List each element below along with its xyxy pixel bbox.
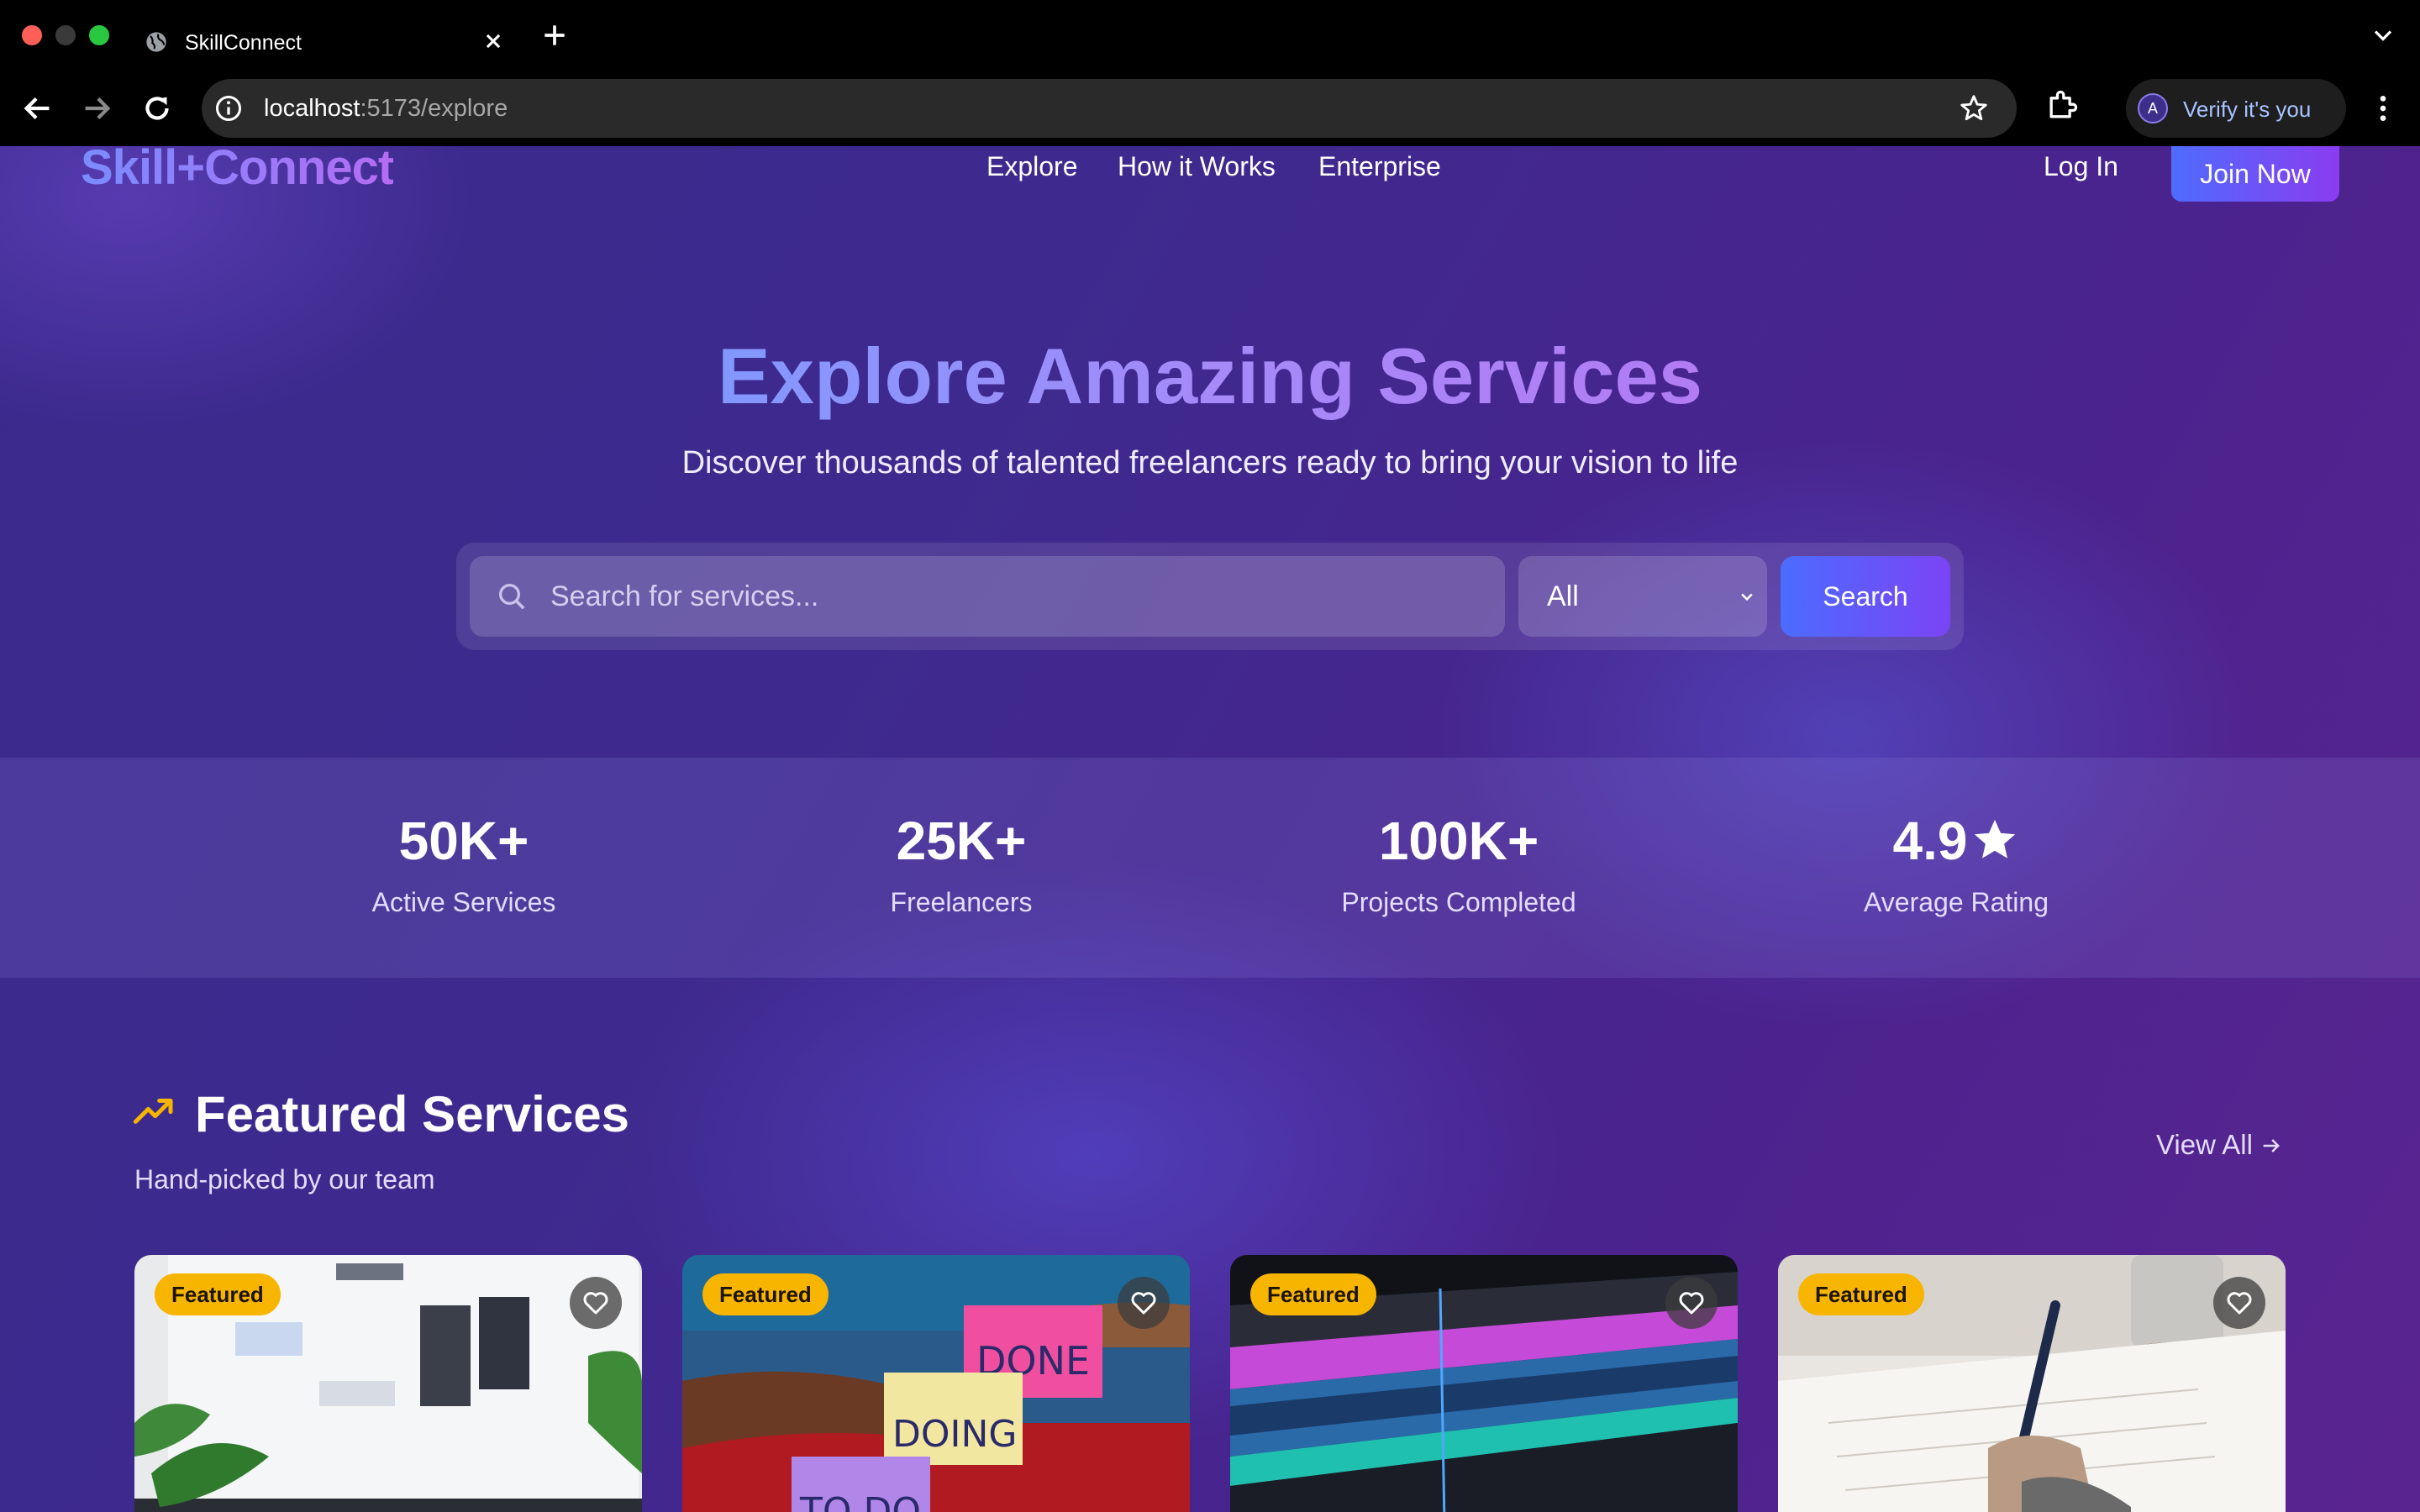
brand-logo[interactable]: Skill+Connect	[81, 146, 394, 196]
minimize-window-button[interactable]	[55, 25, 76, 45]
service-card[interactable]: DONE DOING TO DO Featured	[682, 1255, 1190, 1512]
service-card[interactable]: Featured	[1778, 1255, 2286, 1512]
category-select[interactable]: All	[1518, 556, 1767, 637]
featured-badge: Featured	[155, 1273, 281, 1315]
nav-link-explore[interactable]: Explore	[986, 151, 1078, 182]
browser-toolbar: localhost:5173/explore A Verify it's you	[0, 71, 2420, 146]
stat-freelancers: 25K+ Freelancers	[709, 758, 1213, 978]
search-placeholder: Search for services...	[550, 580, 819, 612]
service-card[interactable]: Featured	[1230, 1255, 1738, 1512]
stat-projects-completed: 100K+ Projects Completed	[1207, 758, 1711, 978]
stat-value-rating: 4.9	[1704, 810, 2208, 872]
favorite-button[interactable]	[570, 1277, 622, 1329]
stat-average-rating: 4.9 Average Rating	[1704, 758, 2208, 978]
note-doing: DOING	[892, 1413, 1018, 1456]
stats-bar: 50K+ Active Services 25K+ Freelancers 10…	[0, 758, 2420, 978]
join-now-button[interactable]: Join Now	[2171, 146, 2339, 202]
heart-icon	[583, 1292, 608, 1315]
forward-arrow-icon[interactable]	[77, 89, 116, 128]
nav-link-how-it-works[interactable]: How it Works	[1118, 151, 1276, 182]
verify-identity-button[interactable]: A Verify it's you	[2126, 79, 2346, 138]
category-value: All	[1547, 580, 1579, 612]
stat-label: Average Rating	[1864, 887, 2049, 917]
stat-value: 50K+	[398, 811, 529, 871]
featured-section-subtitle: Hand-picked by our team	[134, 1164, 435, 1194]
search-button[interactable]: Search	[1781, 556, 1950, 637]
featured-section-title: Featured Services	[195, 1086, 629, 1142]
close-window-button[interactable]	[22, 25, 42, 45]
service-card[interactable]: Featured	[134, 1255, 642, 1512]
browser-tab[interactable]: SkillConnect	[134, 12, 521, 71]
star-icon	[1975, 819, 2016, 858]
search-icon	[499, 584, 525, 610]
arrow-right-icon	[2263, 1139, 2280, 1152]
tab-title: SkillConnect	[185, 31, 302, 55]
favorite-button[interactable]	[2213, 1277, 2265, 1329]
site-info-icon[interactable]	[213, 93, 244, 123]
login-link[interactable]: Log In	[2044, 151, 2118, 182]
search-bar: Search for services... All Search	[456, 543, 1964, 650]
heart-icon	[2227, 1292, 2252, 1315]
explore-page: Skill+Connect Explore How it Works Enter…	[0, 146, 2420, 1512]
browser-menu-icon[interactable]	[2366, 89, 2400, 128]
profile-avatar: A	[2138, 93, 2168, 123]
chevron-down-icon	[1741, 593, 1753, 601]
new-tab-icon[interactable]	[538, 18, 571, 52]
address-bar[interactable]: localhost:5173/explore	[202, 79, 2017, 138]
search-input[interactable]: Search for services...	[470, 556, 1505, 637]
hero-subtitle: Discover thousands of talented freelance…	[681, 445, 1739, 480]
bookmark-star-icon[interactable]	[1958, 92, 1990, 124]
note-todo: TO DO	[799, 1490, 921, 1512]
stat-label: Active Services	[371, 887, 556, 917]
site-navbar: Skill+Connect Explore How it Works Enter…	[0, 146, 2420, 205]
view-all-link[interactable]: View All	[2156, 1129, 2283, 1161]
hero-title: Explore Amazing Services	[717, 332, 1703, 420]
reload-icon[interactable]	[138, 89, 176, 128]
stat-label: Projects Completed	[1341, 887, 1576, 917]
stat-label: Freelancers	[890, 887, 1033, 917]
extensions-puzzle-icon[interactable]	[2044, 87, 2081, 124]
back-arrow-icon[interactable]	[18, 89, 57, 128]
favorite-button[interactable]	[1118, 1277, 1170, 1329]
maximize-window-button[interactable]	[89, 25, 109, 45]
tab-search-chevron-icon[interactable]	[2368, 20, 2398, 50]
trending-up-icon	[133, 1098, 173, 1124]
heart-icon	[1679, 1292, 1704, 1315]
heart-icon	[1131, 1292, 1156, 1315]
stat-value: 25K+	[896, 811, 1027, 871]
browser-tabbar: SkillConnect	[0, 0, 2420, 71]
stat-active-services: 50K+ Active Services	[212, 758, 716, 978]
globe-icon	[146, 32, 166, 52]
featured-badge: Featured	[1250, 1273, 1376, 1315]
nav-link-enterprise[interactable]: Enterprise	[1318, 151, 1441, 182]
featured-badge: Featured	[1798, 1273, 1924, 1315]
favorite-button[interactable]	[1665, 1277, 1718, 1329]
close-tab-icon[interactable]	[479, 27, 508, 55]
verify-label: Verify it's you	[2183, 97, 2312, 122]
url-text: localhost:5173/explore	[264, 95, 508, 122]
stat-value: 100K+	[1378, 811, 1539, 871]
featured-badge: Featured	[702, 1273, 829, 1315]
